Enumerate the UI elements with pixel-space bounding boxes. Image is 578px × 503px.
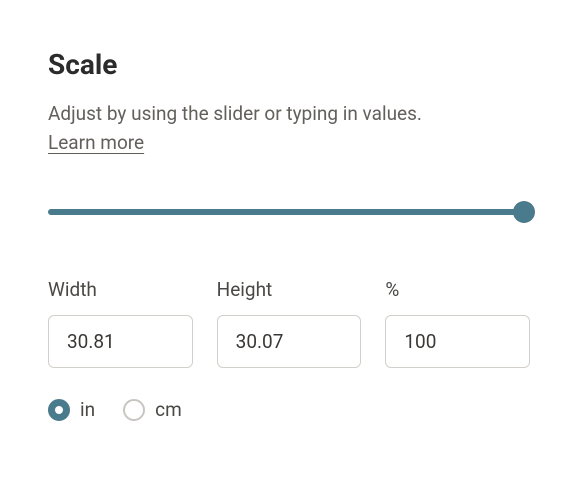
unit-radio-cm[interactable]: cm bbox=[123, 398, 182, 421]
radio-icon bbox=[123, 399, 145, 421]
slider-thumb[interactable] bbox=[513, 201, 535, 223]
scale-slider[interactable] bbox=[48, 202, 530, 222]
percent-field-group: % bbox=[385, 278, 530, 368]
scale-title: Scale bbox=[48, 48, 530, 81]
radio-icon bbox=[48, 399, 70, 421]
scale-description: Adjust by using the slider or typing in … bbox=[48, 99, 530, 129]
learn-more-link[interactable]: Learn more bbox=[48, 131, 144, 154]
unit-radio-in[interactable]: in bbox=[48, 398, 95, 421]
percent-label: % bbox=[385, 278, 530, 301]
height-label: Height bbox=[217, 278, 362, 301]
height-input[interactable] bbox=[217, 315, 362, 368]
dimension-fields: Width Height % bbox=[48, 278, 530, 368]
unit-cm-label: cm bbox=[155, 398, 182, 421]
unit-radio-group: in cm bbox=[48, 398, 530, 421]
height-field-group: Height bbox=[217, 278, 362, 368]
width-input[interactable] bbox=[48, 315, 193, 368]
slider-track bbox=[48, 209, 530, 215]
percent-input[interactable] bbox=[385, 315, 530, 368]
unit-in-label: in bbox=[80, 398, 95, 421]
width-field-group: Width bbox=[48, 278, 193, 368]
width-label: Width bbox=[48, 278, 193, 301]
